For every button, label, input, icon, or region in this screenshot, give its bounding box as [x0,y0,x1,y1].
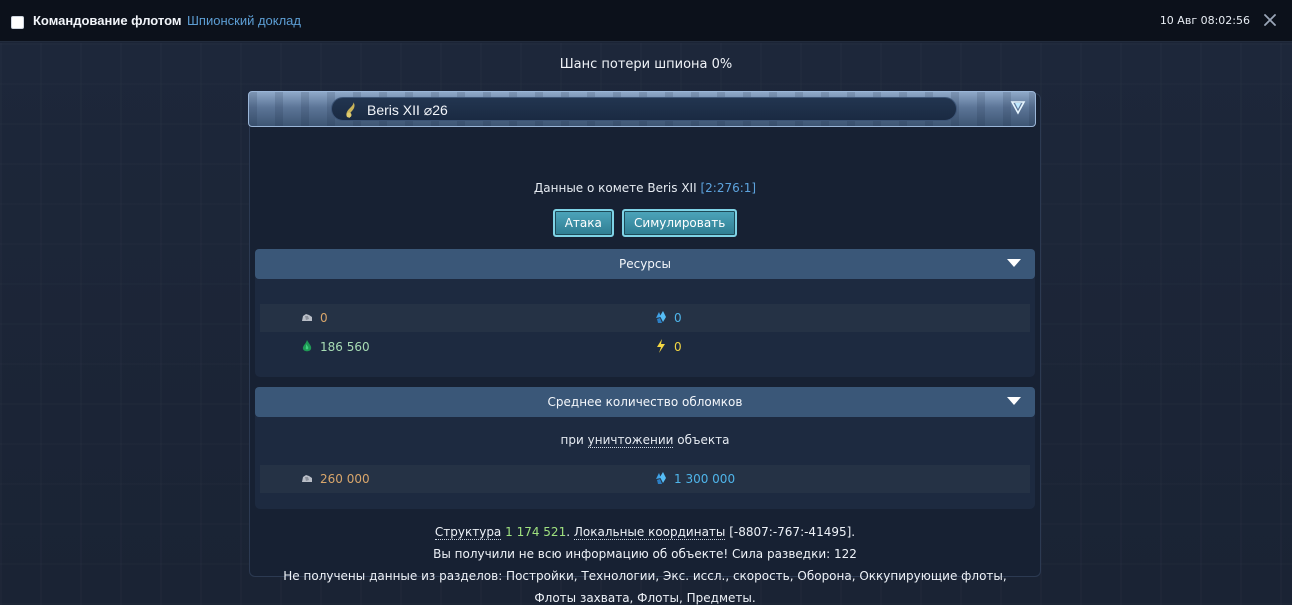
action-buttons: Атака Симулировать [250,209,1040,237]
missing-sections-line: Не получены данные из разделов: Постройк… [283,569,1007,605]
deuterium-icon [302,340,312,352]
resources-section: Ресурсы 0 0 186 560 0 [255,249,1035,377]
crystal-icon [656,311,666,323]
local-coords-value: [-8807:-767:-41495]. [729,525,856,539]
chevron-down-icon[interactable] [1009,98,1027,116]
message-subtitle[interactable]: Шпионский доклад [187,13,301,28]
debris-row: 260 000 1 300 000 [260,465,1030,493]
destroy-tooltip-link[interactable]: уничтожении [587,433,674,448]
destroy-note-prefix: при [560,433,584,447]
debris-crystal-value: 1 300 000 [674,472,736,486]
debris-section: Среднее количество обломков при уничтоже… [255,387,1035,509]
message-date: 10 Авг 08:02:56 [1159,14,1250,27]
planet-name-pill[interactable]: Beris XII ⌀26 [331,97,957,121]
planet-header: Beris XII ⌀26 [248,91,1036,127]
metal-icon [302,314,312,321]
caret-down-icon[interactable] [1007,259,1021,267]
comet-data-label: Данные о комете Beris XII [533,181,697,195]
comet-icon [346,102,355,118]
report-footer: Структура 1 174 521. Локальные координат… [250,521,1040,605]
debris-title: Среднее количество обломков [547,395,743,409]
simulate-button[interactable]: Симулировать [622,209,738,237]
debris-metal-value: 260 000 [320,472,370,486]
metal-value: 0 [320,311,328,325]
energy-icon [657,339,665,353]
close-icon[interactable] [1262,12,1278,28]
planet-name: Beris XII ⌀26 [367,102,448,118]
local-coords-label[interactable]: Локальные координаты [573,525,726,540]
resources-title: Ресурсы [618,257,671,271]
report-body: Шанс потери шпиона 0% Beris XII ⌀26 Данн… [0,43,1292,605]
message-topbar: Командование флотом Шпионский доклад 10 … [0,0,1292,42]
crystal-icon [656,472,666,484]
message-title: Командование флотом [33,13,182,28]
incomplete-info-line: Вы получили не всю информацию об объекте… [433,547,857,561]
comet-data-line: Данные о комете Beris XII [2:276:1] [250,181,1040,195]
crystal-value: 0 [674,311,682,325]
spy-loss-chance: Шанс потери шпиона 0% [559,57,733,72]
structure-label[interactable]: Структура [434,525,502,540]
resources-section-header[interactable]: Ресурсы [255,249,1035,279]
structure-line: Структура 1 174 521. Локальные координат… [434,525,856,540]
caret-down-icon[interactable] [1007,397,1021,405]
energy-value: 0 [674,340,682,354]
select-message-checkbox[interactable] [11,16,24,29]
debris-section-header[interactable]: Среднее количество обломков [255,387,1035,417]
resources-row: 186 560 0 [260,333,1030,361]
attack-button[interactable]: Атака [552,209,614,237]
deuterium-value: 186 560 [320,340,370,354]
destroy-note-suffix: объекта [677,433,730,447]
structure-value: 1 174 521 [505,525,567,539]
spy-report-panel: Beris XII ⌀26 Данные о комете Beris XII … [248,91,1041,605]
metal-icon [302,475,312,482]
planet-coords-link[interactable]: [2:276:1] [700,181,756,195]
destroy-note: при уничтожении объекта [255,433,1035,448]
resources-row: 0 0 [260,304,1030,332]
